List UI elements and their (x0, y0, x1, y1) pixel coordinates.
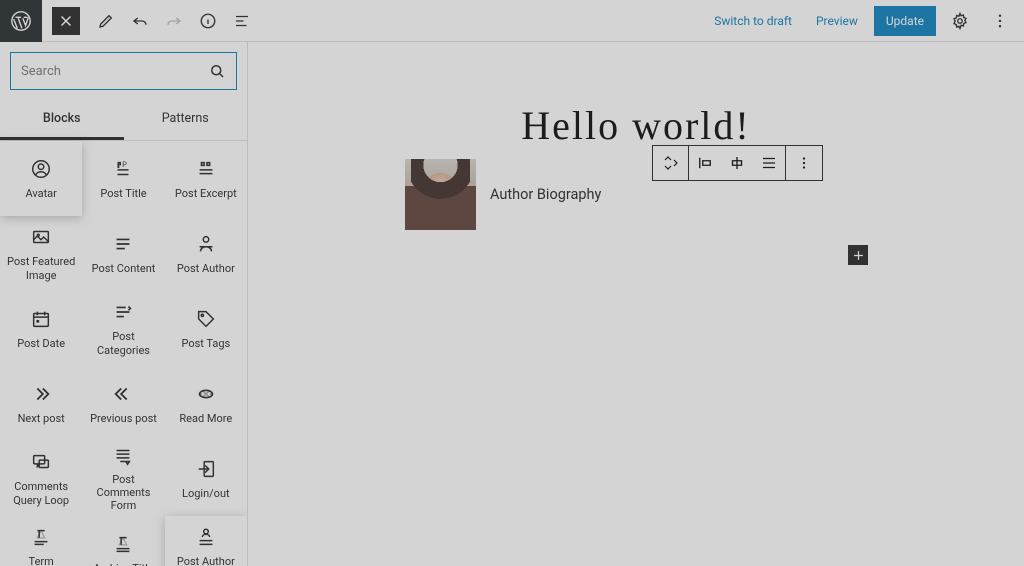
post-title-icon: P (111, 157, 135, 181)
inserter-tabs: Blocks Patterns (0, 100, 247, 141)
block-item-post-tags[interactable]: Post Tags (165, 291, 247, 366)
block-item-author-bio[interactable]: Post Author Biography (165, 516, 247, 566)
block-item-label: Post Title (100, 187, 146, 200)
avatar-icon (29, 157, 53, 181)
next-post-icon (29, 382, 53, 406)
block-item-label: Avatar (25, 187, 56, 200)
post-categories-icon (111, 300, 135, 324)
block-item-label: Post Date (17, 337, 65, 350)
preview-link[interactable]: Preview (808, 8, 866, 34)
comments-loop-icon (29, 450, 53, 474)
wordpress-logo[interactable] (0, 0, 42, 42)
block-item-post-content[interactable]: Post Content (82, 216, 164, 291)
block-type-icon[interactable] (653, 146, 689, 180)
tab-patterns[interactable]: Patterns (124, 100, 248, 140)
block-item-login[interactable]: Login/out (165, 441, 247, 516)
archive-title-icon (111, 532, 135, 556)
post-content-icon (111, 232, 135, 256)
post-date-icon (29, 307, 53, 331)
editor-canvas[interactable]: Hello world! Author Biography (248, 42, 1024, 566)
add-block-button[interactable] (848, 245, 868, 265)
login-icon (194, 457, 218, 481)
search-icon (208, 62, 226, 80)
editor-topbar: Switch to draft Preview Update (0, 0, 1024, 42)
featured-image-icon (29, 225, 53, 249)
block-item-next-post[interactable]: Next post (0, 366, 82, 441)
block-item-label: Post Tags (181, 337, 230, 350)
block-item-post-date[interactable]: Post Date (0, 291, 82, 366)
block-more-icon[interactable] (786, 146, 822, 180)
settings-icon[interactable] (944, 5, 976, 37)
align-icon[interactable] (753, 146, 785, 180)
post-title[interactable]: Hello world! (521, 102, 751, 149)
block-item-label: Comments Query Loop (4, 480, 78, 506)
avatar-image[interactable] (405, 159, 476, 230)
term-desc-icon (29, 525, 53, 549)
block-item-post-author[interactable]: Post Author (165, 216, 247, 291)
block-inserter-sidebar: Blocks Patterns Avatar P Post Title Post Ex… (0, 42, 248, 566)
align-left-icon[interactable] (689, 146, 721, 180)
block-item-label: Next post (18, 412, 65, 425)
block-item-label: Post Comments Form (86, 473, 160, 513)
block-toolbar (652, 145, 823, 181)
author-bio-icon (194, 525, 218, 549)
previous-post-icon (111, 382, 135, 406)
block-item-label: Post Author (177, 262, 235, 275)
redo-icon[interactable] (158, 5, 190, 37)
close-inserter-button[interactable] (52, 7, 80, 35)
block-item-label: Post Content (92, 262, 156, 275)
svg-text:P: P (123, 160, 128, 169)
comments-form-icon (111, 445, 135, 467)
search-box[interactable] (10, 52, 237, 90)
block-item-archive-title[interactable]: Archive Title (82, 516, 164, 566)
block-item-term-desc[interactable]: Term Description (0, 516, 82, 566)
block-item-featured-image[interactable]: Post Featured Image (0, 216, 82, 291)
block-item-post-title[interactable]: P Post Title (82, 141, 164, 216)
block-item-label: Login/out (182, 487, 230, 500)
block-item-previous-post[interactable]: Previous post (82, 366, 164, 441)
block-item-read-more[interactable]: Read More (165, 366, 247, 441)
block-item-label: Post Featured Image (4, 255, 78, 281)
undo-icon[interactable] (124, 5, 156, 37)
toolbar-left (90, 5, 258, 37)
align-center-icon[interactable] (721, 146, 753, 180)
search-input[interactable] (21, 64, 208, 79)
post-author-icon (194, 232, 218, 256)
block-item-post-categories[interactable]: Post Categories (82, 291, 164, 366)
tab-blocks[interactable]: Blocks (0, 100, 124, 140)
block-item-comments-form[interactable]: Post Comments Form (82, 441, 164, 516)
update-button[interactable]: Update (874, 6, 936, 36)
options-icon[interactable] (984, 5, 1016, 37)
info-icon[interactable] (192, 5, 224, 37)
blocks-grid: Avatar P Post Title Post Excerpt Post Featur… (0, 141, 247, 566)
main-row: Blocks Patterns Avatar P Post Title Post Ex… (0, 42, 1024, 566)
block-item-label: Post Excerpt (175, 187, 237, 200)
outline-icon[interactable] (226, 5, 258, 37)
search-wrap (0, 42, 247, 100)
block-item-label: Previous post (90, 412, 157, 425)
block-item-label: Read More (179, 412, 232, 425)
block-item-label: Post Categories (86, 330, 160, 356)
block-item-label: Archive Title (93, 562, 153, 566)
block-item-post-excerpt[interactable]: Post Excerpt (165, 141, 247, 216)
post-excerpt-icon (194, 157, 218, 181)
block-item-label: Term Description (4, 555, 78, 566)
author-bio-text[interactable]: Author Biography (490, 186, 601, 203)
edit-tool-icon[interactable] (90, 5, 122, 37)
block-item-label: Post Author Biography (169, 555, 243, 566)
switch-draft-link[interactable]: Switch to draft (706, 8, 800, 34)
block-item-comments-loop[interactable]: Comments Query Loop (0, 441, 82, 516)
read-more-icon (194, 382, 218, 406)
toolbar-right: Switch to draft Preview Update (706, 5, 1024, 37)
block-item-avatar[interactable]: Avatar (0, 141, 82, 216)
post-tags-icon (194, 307, 218, 331)
